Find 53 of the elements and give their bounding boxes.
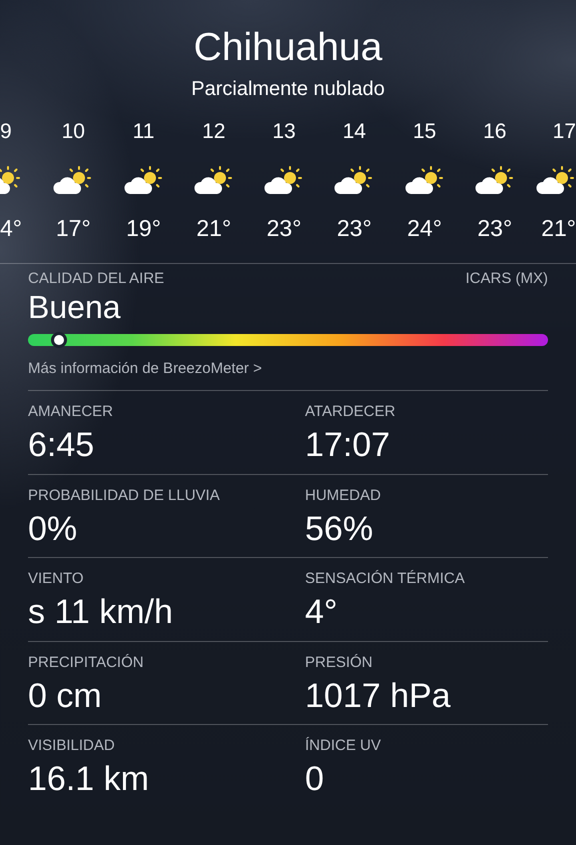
hour-label: 17: [552, 120, 576, 144]
partly-cloudy-icon: [53, 166, 94, 196]
partly-cloudy-icon: [194, 166, 234, 196]
detail-label: VIENTO: [28, 570, 85, 588]
hour-temperature: 21°: [196, 214, 232, 242]
partly-cloudy-icon: [264, 166, 304, 196]
detail-value: 56%: [305, 508, 374, 548]
air-quality-scale: ICARS (MX): [466, 270, 548, 288]
breezometer-link[interactable]: Más información de BreezoMeter >: [28, 358, 262, 380]
detail-value: 0: [305, 759, 325, 799]
hour-label: 14: [342, 120, 366, 144]
hour-temperature: 23°: [336, 214, 372, 242]
detail-label: ÍNDICE UV: [305, 737, 382, 755]
hour-label: 9: [0, 120, 12, 144]
detail-label: VISIBILIDAD: [28, 737, 116, 755]
partly-cloudy-icon: [474, 166, 515, 196]
detail-label: ATARDECER: [305, 403, 396, 421]
hour-temperature: 17°: [56, 214, 91, 242]
partly-cloudy-icon: [536, 166, 576, 196]
air-quality-label: CALIDAD DEL AIRE: [28, 270, 164, 288]
partly-cloudy-icon: [124, 166, 164, 196]
hour-label: 12: [202, 120, 226, 144]
detail-value: 6:45: [28, 425, 96, 465]
partly-cloudy-icon: [334, 166, 374, 196]
air-quality-value: Buena: [28, 288, 122, 326]
hour-label: 15: [412, 120, 436, 144]
hour-label: 11: [132, 120, 154, 144]
detail-value: 16.1 km: [28, 759, 150, 799]
hour-label: 10: [62, 120, 85, 144]
detail-value: s 11 km/h: [28, 592, 174, 632]
detail-value: 4°: [305, 592, 339, 632]
detail-value: 0%: [28, 508, 78, 548]
hour-temperature: 21°: [541, 214, 576, 242]
detail-label: PRESIÓN: [305, 654, 374, 672]
partly-cloudy-icon: [404, 166, 444, 196]
partly-cloudy-icon: [0, 166, 22, 196]
detail-label: PRECIPITACIÓN: [28, 654, 145, 672]
detail-label: PROBABILIDAD DE LLUVIA: [28, 486, 221, 504]
hour-temperature: 24°: [407, 214, 442, 242]
detail-label: AMANECER: [28, 403, 114, 421]
hour-temperature: 23°: [477, 214, 512, 242]
hour-temperature: 19°: [126, 214, 161, 242]
detail-value: 1017 hPa: [305, 676, 452, 716]
hour-label: 16: [483, 120, 506, 144]
hour-temperature: 23°: [266, 214, 302, 242]
detail-value: 0 cm: [28, 676, 103, 716]
weather-condition: Parcialmente nublado: [190, 77, 386, 102]
detail-label: HUMEDAD: [305, 486, 382, 504]
hour-temperature: 4°: [0, 214, 22, 242]
city-name: Chihuahua: [192, 26, 384, 70]
hour-label: 13: [272, 120, 296, 144]
detail-label: SENSACIÓN TÉRMICA: [305, 570, 466, 588]
detail-value: 17:07: [305, 425, 392, 465]
